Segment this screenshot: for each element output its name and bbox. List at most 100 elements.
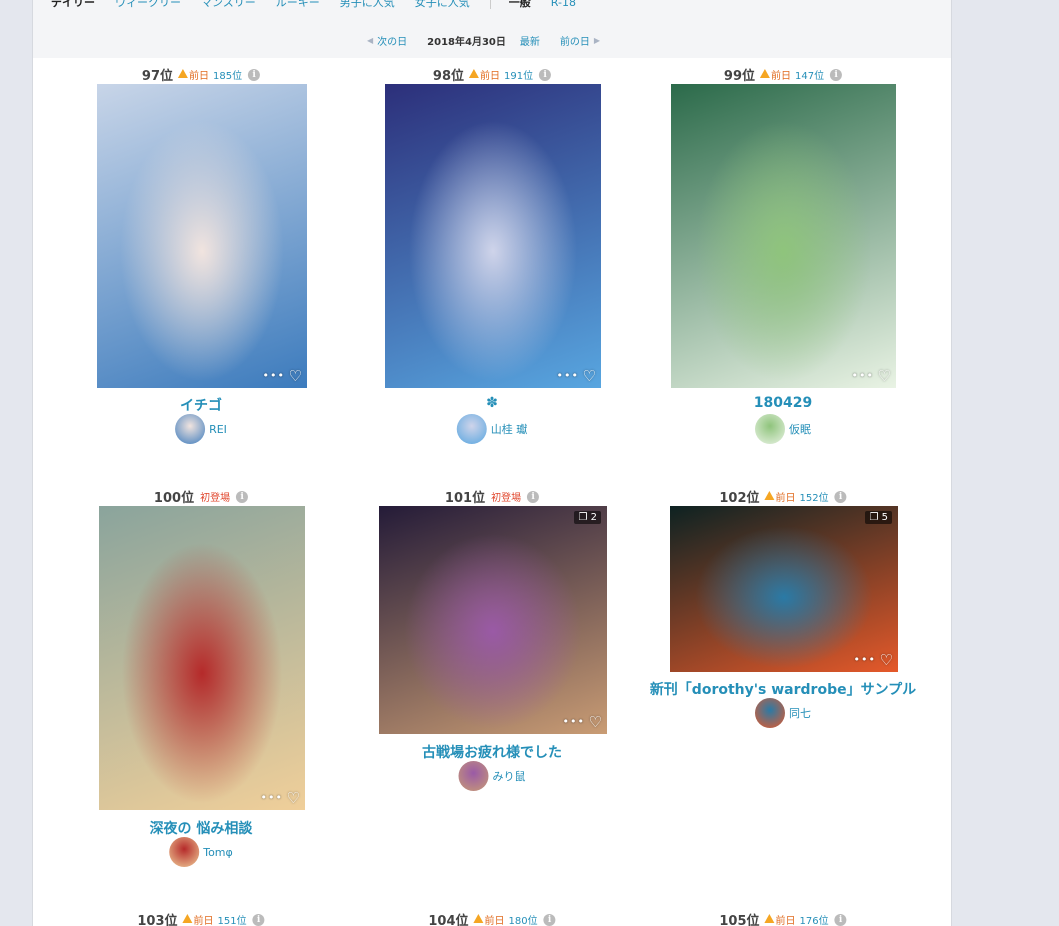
more-options-icon[interactable]: ••• (263, 369, 285, 382)
heart-icon[interactable]: ♡ (583, 369, 596, 384)
info-icon[interactable]: i (830, 68, 843, 81)
artwork-title[interactable]: 180429 (754, 395, 812, 411)
artist-name[interactable]: Tomφ (203, 846, 233, 859)
page-count: 5 (881, 512, 888, 523)
artist-name[interactable]: REI (209, 423, 227, 436)
artist[interactable]: 山桂 瓛 (456, 414, 528, 444)
heart-icon[interactable]: ♡ (880, 653, 893, 668)
first-appearance-label: 初登場 (491, 493, 522, 504)
ranking-page: デイリー ウィークリー マンスリー ルーキー 男子に人気 女子に人気 一般 R-… (32, 0, 952, 926)
artist[interactable]: 仮眠 (755, 414, 811, 444)
artwork-thumbnail[interactable]: ••• ♡ (671, 84, 896, 388)
artwork-title[interactable]: ✽ (486, 395, 498, 411)
artist-name[interactable]: みり鼠 (493, 768, 526, 784)
artist-name[interactable]: 山桂 瓛 (491, 421, 528, 437)
prev-rank-link[interactable]: 151位 (218, 912, 247, 926)
nav-female[interactable]: 女子に人気 (415, 0, 470, 10)
info-icon[interactable]: i (527, 490, 540, 503)
artwork-thumbnail[interactable]: ••• ♡ (97, 84, 307, 388)
chevron-left-icon[interactable]: ◀ (367, 36, 373, 45)
artwork-title[interactable]: 深夜の 悩み相談 (150, 818, 253, 838)
date-nav: ◀ 次の日 2018年4月30日 最新 前の日 ▶ (363, 33, 604, 48)
rank-header: 104位 前日 180位 i (428, 910, 556, 926)
more-options-icon[interactable]: ••• (563, 715, 585, 728)
rank-header: 97位 前日 185位 i (141, 65, 261, 84)
more-options-icon[interactable]: ••• (852, 369, 874, 382)
artist[interactable]: 同七 (755, 698, 811, 728)
avatar[interactable] (755, 414, 785, 444)
artist[interactable]: Tomφ (169, 837, 233, 867)
rank-up-icon (473, 914, 484, 923)
artwork-thumbnail[interactable]: ••• ♡ (99, 506, 305, 810)
artist-name[interactable]: 仮眠 (789, 421, 811, 437)
prev-day-label: 前日 (193, 916, 214, 926)
prev-day-link[interactable]: 前の日 (560, 33, 590, 48)
chevron-right-icon[interactable]: ▶ (594, 36, 600, 45)
prev-day-label: 前日 (775, 493, 796, 504)
rank-header: 105位 前日 176位 i (719, 910, 847, 926)
avatar[interactable] (456, 414, 487, 444)
info-icon[interactable]: i (236, 490, 249, 503)
rank-number: 102位 (719, 491, 760, 506)
info-icon[interactable]: i (539, 68, 552, 81)
avatar[interactable] (169, 837, 200, 867)
nav-weekly[interactable]: ウィークリー (115, 0, 181, 10)
nav-rookie[interactable]: ルーキー (276, 0, 320, 10)
rank-header: 103位 前日 151位 i (137, 910, 265, 926)
nav-general[interactable]: 一般 (509, 0, 531, 10)
nav-male[interactable]: 男子に人気 (340, 0, 395, 10)
info-icon[interactable]: i (543, 913, 556, 926)
prev-rank-link[interactable]: 180位 (509, 912, 538, 926)
artist[interactable]: REI (175, 414, 227, 444)
prev-rank-link[interactable]: 152位 (800, 489, 829, 504)
rank-up-icon (764, 491, 775, 500)
artwork-thumbnail[interactable]: ❐ 5 ••• ♡ (670, 506, 898, 672)
info-icon[interactable]: i (252, 913, 265, 926)
heart-icon[interactable]: ♡ (289, 369, 302, 384)
nav-daily[interactable]: デイリー (51, 0, 95, 10)
info-icon[interactable]: i (834, 490, 847, 503)
next-day-link[interactable]: 次の日 (377, 33, 407, 48)
artist-name[interactable]: 同七 (789, 705, 811, 721)
avatar[interactable] (755, 698, 785, 728)
prev-rank-link[interactable]: 147位 (795, 67, 824, 82)
ranking-mode-nav: デイリー ウィークリー マンスリー ルーキー 男子に人気 女子に人気 一般 R-… (51, 0, 596, 10)
info-icon[interactable]: i (834, 913, 847, 926)
artwork-thumbnail[interactable]: ••• ♡ (385, 84, 601, 388)
prev-rank-link[interactable]: 185位 (213, 67, 242, 82)
current-date: 2018年4月30日 (427, 37, 506, 48)
nav-r18[interactable]: R-18 (551, 0, 576, 9)
avatar[interactable] (458, 761, 489, 791)
more-options-icon[interactable]: ••• (854, 653, 876, 666)
prev-rank-link[interactable]: 191位 (504, 67, 533, 82)
prev-day-label: 前日 (480, 71, 500, 82)
rank-up-icon (178, 69, 188, 78)
latest-link[interactable]: 最新 (520, 33, 540, 48)
rank-number: 98位 (432, 69, 464, 84)
artist[interactable]: みり鼠 (458, 761, 526, 791)
heart-icon[interactable]: ♡ (878, 369, 891, 384)
heart-icon[interactable]: ♡ (589, 715, 602, 730)
artwork-title[interactable]: 古戦場お疲れ様でした (422, 742, 562, 762)
artwork-title[interactable]: イチゴ (180, 395, 222, 415)
rank-number: 101位 (444, 491, 486, 506)
page-count: 2 (590, 512, 597, 523)
prev-rank-link[interactable]: 176位 (800, 912, 829, 926)
page-count-badge: ❐ 2 (574, 511, 601, 524)
rank-header: 101位 初登場 i (444, 487, 540, 506)
avatar[interactable] (175, 414, 206, 444)
prev-day-label: 前日 (775, 916, 796, 926)
rank-number: 97位 (141, 69, 173, 84)
more-options-icon[interactable]: ••• (557, 369, 579, 382)
rank-number: 100位 (153, 491, 195, 506)
rank-number: 104位 (428, 914, 469, 926)
ranking-header: デイリー ウィークリー マンスリー ルーキー 男子に人気 女子に人気 一般 R-… (33, 0, 951, 58)
info-icon[interactable]: i (248, 68, 261, 81)
prev-day-label: 前日 (189, 71, 209, 82)
heart-icon[interactable]: ♡ (287, 791, 300, 806)
nav-divider (489, 0, 491, 9)
nav-monthly[interactable]: マンスリー (201, 0, 256, 10)
artwork-thumbnail[interactable]: ❐ 2 ••• ♡ (379, 506, 607, 734)
artwork-title[interactable]: 新刊「dorothy's wardrobe」サンプル (650, 679, 916, 699)
more-options-icon[interactable]: ••• (261, 791, 283, 804)
